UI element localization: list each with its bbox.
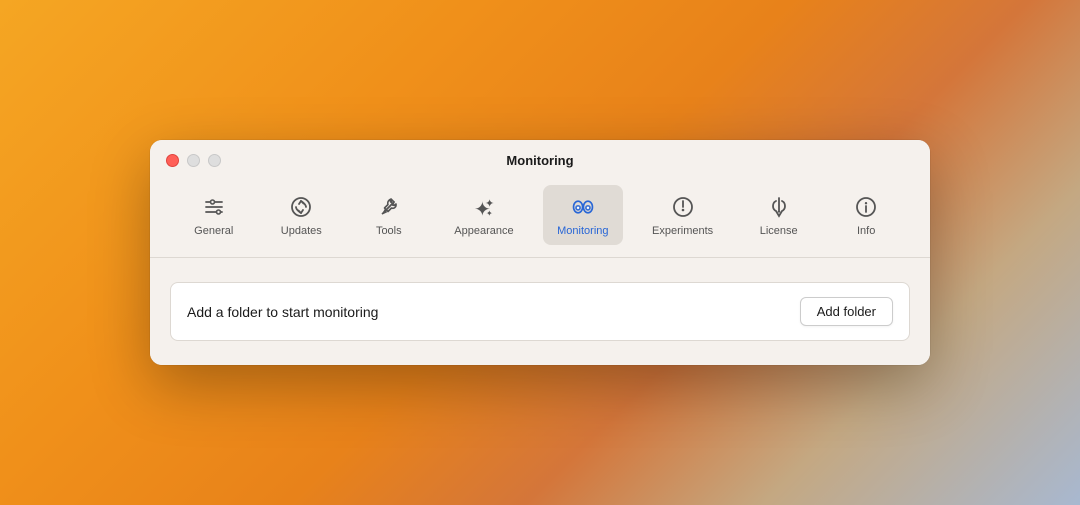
close-button[interactable] [166,154,179,167]
tab-monitoring-label: Monitoring [557,225,608,237]
tab-info[interactable]: Info [830,185,902,245]
updates-icon [287,193,315,221]
maximize-button[interactable] [208,154,221,167]
tab-license-label: License [760,225,798,237]
tab-updates-label: Updates [281,225,322,237]
monitoring-empty-state: Add a folder to start monitoring Add fol… [170,282,910,341]
general-icon [200,193,228,221]
tab-license[interactable]: License [743,185,815,245]
tab-tools[interactable]: Tools [353,185,425,245]
monitoring-empty-message: Add a folder to start monitoring [187,304,378,320]
license-icon [765,193,793,221]
monitoring-icon [569,193,597,221]
window-title: Monitoring [506,153,573,168]
tab-general-label: General [194,225,233,237]
tab-updates[interactable]: Updates [265,185,337,245]
toolbar: General Updates [150,177,930,257]
minimize-button[interactable] [187,154,200,167]
app-window: Monitoring General [150,140,930,365]
svg-text:✦: ✦ [486,209,493,218]
tab-appearance[interactable]: ✦ ✦ ✦ Appearance [440,185,527,245]
titlebar: Monitoring [150,140,930,177]
tab-experiments[interactable]: Experiments [638,185,727,245]
traffic-lights [166,154,221,167]
tab-monitoring[interactable]: Monitoring [543,185,622,245]
tab-info-label: Info [857,225,875,237]
experiments-icon [669,193,697,221]
content-area: Add a folder to start monitoring Add fol… [150,258,930,365]
tab-tools-label: Tools [376,225,402,237]
tab-appearance-label: Appearance [454,225,513,237]
tab-experiments-label: Experiments [652,225,713,237]
info-icon [852,193,880,221]
tab-general[interactable]: General [178,185,250,245]
tools-icon [375,193,403,221]
appearance-icon: ✦ ✦ ✦ [470,193,498,221]
add-folder-button[interactable]: Add folder [800,297,893,326]
